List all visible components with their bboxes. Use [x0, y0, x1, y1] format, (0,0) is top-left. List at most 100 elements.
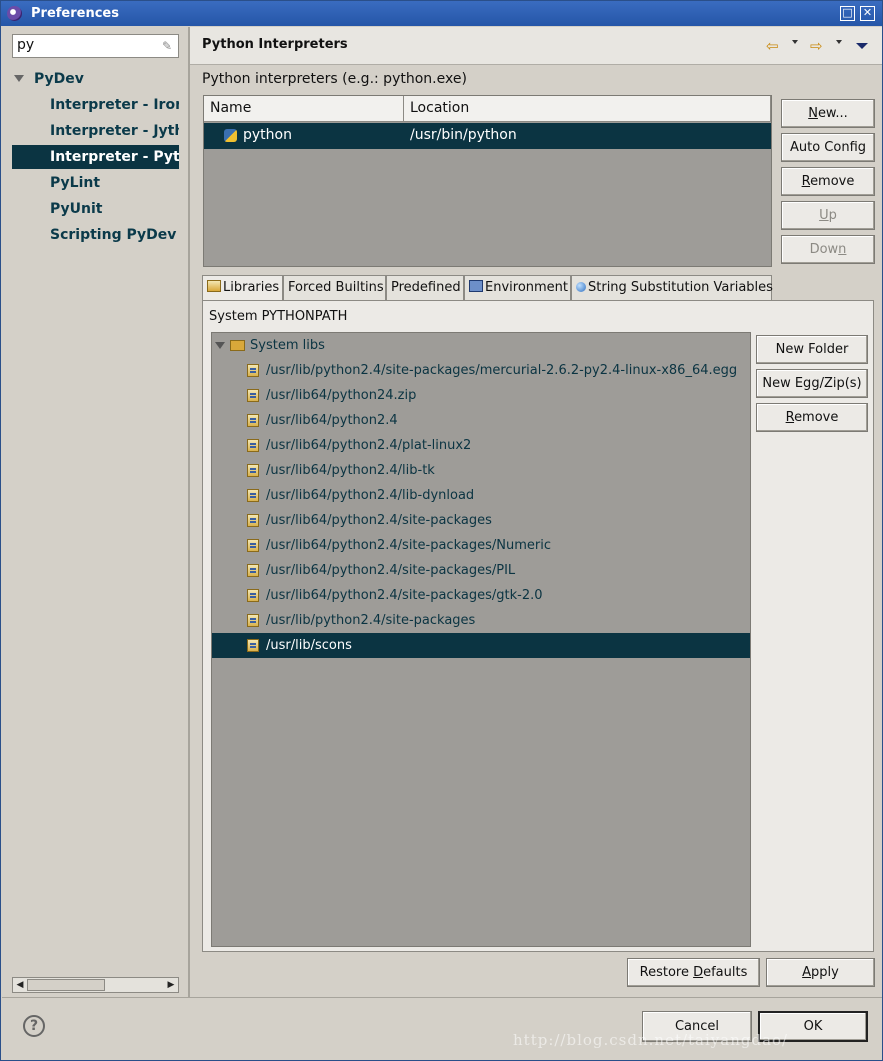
tree-item-label: Interpreter - Jython: [50, 123, 179, 139]
page-header: Python Interpreters ⇦ ⇨: [190, 27, 882, 65]
tree-item[interactable]: Interpreter - Python: [12, 145, 179, 169]
tree-item[interactable]: PyUnit: [12, 197, 179, 221]
library-path-row[interactable]: /usr/lib64/python24.zip: [212, 383, 750, 408]
down-button[interactable]: Down: [781, 235, 875, 264]
preferences-window: Preferences □ ✕ py ✎ PyDev Interpreter - …: [0, 0, 883, 1061]
help-icon[interactable]: ?: [23, 1015, 45, 1037]
library-path-row[interactable]: /usr/lib64/python2.4: [212, 408, 750, 433]
library-path-row[interactable]: /usr/lib64/python2.4/site-packages/PIL: [212, 558, 750, 583]
apply-button[interactable]: Apply: [766, 958, 875, 987]
scroll-left-icon[interactable]: ◀: [14, 979, 26, 991]
tab-string-substitution[interactable]: String Substitution Variables: [571, 275, 773, 301]
library-path-row[interactable]: /usr/lib64/python2.4/site-packages: [212, 508, 750, 533]
tab-bar: Libraries Forced Builtins Predefined Env…: [202, 275, 874, 302]
tree-item[interactable]: Scripting PyDev: [12, 223, 179, 247]
library-path-label: /usr/lib/python2.4/site-packages/mercuri…: [266, 363, 738, 378]
library-icon: [247, 539, 259, 552]
preference-tree: PyDev Interpreter - IronPython Interpreter…: [12, 67, 179, 967]
python-icon: [224, 129, 237, 142]
variables-icon: [576, 282, 586, 292]
remove-lib-button[interactable]: Remove: [756, 403, 868, 432]
tree-item[interactable]: PyDev: [12, 67, 179, 91]
library-icon: [247, 364, 259, 377]
tab-libraries[interactable]: Libraries: [202, 275, 283, 302]
interpreter-name: python: [243, 127, 292, 143]
environment-icon: [469, 280, 483, 292]
auto-config-button[interactable]: Auto Config: [781, 133, 875, 162]
tree-item-label: Scripting PyDev: [50, 227, 177, 243]
library-icon: [247, 514, 259, 527]
new-button[interactable]: New...: [781, 99, 875, 128]
tree-item-label: Interpreter - Python: [50, 149, 179, 165]
page-title: Python Interpreters: [202, 37, 348, 52]
tree-item[interactable]: PyLint: [12, 171, 179, 195]
expand-icon[interactable]: [215, 342, 225, 349]
libraries-panel: System PYTHONPATH System libs /usr/lib/p…: [202, 300, 874, 952]
library-path-row[interactable]: /usr/lib64/python2.4/site-packages/Numer…: [212, 533, 750, 558]
column-name[interactable]: Name: [204, 96, 404, 122]
maximize-icon[interactable]: □: [840, 6, 855, 21]
watermark: http://blog.csdn.net/taiyangdao/: [513, 1031, 789, 1049]
preference-navigation: py ✎ PyDev Interpreter - IronPython Interp…: [2, 27, 188, 997]
back-arrow-icon[interactable]: ⇦: [766, 37, 779, 55]
preference-page: Python Interpreters ⇦ ⇨ Python interpret…: [190, 27, 882, 997]
window-title: Preferences: [31, 6, 119, 21]
library-path-label: /usr/lib64/python2.4/site-packages/PIL: [266, 563, 516, 578]
library-path-row[interactable]: /usr/lib64/python2.4/lib-dynload: [212, 483, 750, 508]
library-path-row[interactable]: /usr/lib64/python2.4/plat-linux2: [212, 433, 750, 458]
new-folder-button[interactable]: New Folder: [756, 335, 868, 364]
scroll-right-icon[interactable]: ▶: [165, 979, 177, 991]
view-menu-icon[interactable]: [856, 43, 868, 49]
tab-label: Environment: [485, 280, 569, 295]
tree-item-label: Interpreter - IronPython: [50, 97, 179, 113]
tab-forced-builtins[interactable]: Forced Builtins: [283, 275, 386, 301]
tab-environment[interactable]: Environment: [464, 275, 571, 301]
forward-arrow-icon[interactable]: ⇨: [810, 37, 823, 55]
library-path-label: /usr/lib64/python2.4/site-packages: [266, 513, 492, 528]
pythonpath-tree: System libs /usr/lib/python2.4/site-pack…: [211, 332, 751, 947]
new-egg-button[interactable]: New Egg/Zip(s): [756, 369, 868, 398]
filter-input[interactable]: py ✎: [12, 34, 179, 58]
remove-interpreter-button[interactable]: Remove: [781, 167, 875, 196]
tab-predefined[interactable]: Predefined: [386, 275, 464, 301]
filter-text: py: [17, 37, 35, 53]
library-path-label: /usr/lib/python2.4/site-packages: [266, 613, 476, 628]
library-icon: [247, 614, 259, 627]
restore-defaults-button[interactable]: Restore Defaults: [627, 958, 760, 987]
library-path-label: /usr/lib/scons: [266, 638, 352, 653]
library-icon: [247, 564, 259, 577]
library-path-label: /usr/lib64/python2.4/site-packages/gtk-2…: [266, 588, 543, 603]
eclipse-icon: [7, 6, 22, 21]
title-bar[interactable]: Preferences □ ✕: [1, 1, 882, 26]
tab-label: Libraries: [223, 280, 280, 295]
library-path-row[interactable]: /usr/lib/python2.4/site-packages: [212, 608, 750, 633]
up-button[interactable]: Up: [781, 201, 875, 230]
tree-item[interactable]: Interpreter - Jython: [12, 119, 179, 143]
library-path-row[interactable]: /usr/lib64/python2.4/site-packages/gtk-2…: [212, 583, 750, 608]
interpreters-label: Python interpreters (e.g.: python.exe): [202, 71, 467, 87]
library-path-label: /usr/lib64/python2.4/lib-dynload: [266, 488, 475, 503]
library-icon: [247, 464, 259, 477]
back-dropdown-icon[interactable]: [792, 40, 798, 44]
tree-item[interactable]: Interpreter - IronPython: [12, 93, 179, 117]
scroll-thumb[interactable]: [27, 979, 105, 991]
horizontal-scrollbar[interactable]: ◀ ▶: [12, 977, 179, 993]
library-path-row[interactable]: /usr/lib/scons: [212, 633, 750, 658]
tree-item-label: PyUnit: [50, 201, 103, 217]
tab-label: String Substitution Variables: [588, 280, 773, 295]
system-libs-node[interactable]: System libs: [212, 333, 750, 358]
libraries-icon: [207, 280, 221, 292]
tab-label: Predefined: [391, 280, 461, 295]
folder-icon: [230, 340, 245, 351]
library-path-row[interactable]: /usr/lib/python2.4/site-packages/mercuri…: [212, 358, 750, 383]
close-icon[interactable]: ✕: [860, 6, 875, 21]
column-location[interactable]: Location: [404, 96, 771, 122]
separator: [2, 997, 882, 998]
tab-label: Forced Builtins: [288, 280, 384, 295]
table-row[interactable]: python /usr/bin/python: [204, 123, 771, 149]
tree-item-label: PyLint: [50, 175, 101, 191]
clear-filter-icon[interactable]: ✎: [162, 39, 174, 53]
library-path-row[interactable]: /usr/lib64/python2.4/lib-tk: [212, 458, 750, 483]
forward-dropdown-icon[interactable]: [836, 40, 842, 44]
expand-icon[interactable]: [14, 75, 24, 82]
